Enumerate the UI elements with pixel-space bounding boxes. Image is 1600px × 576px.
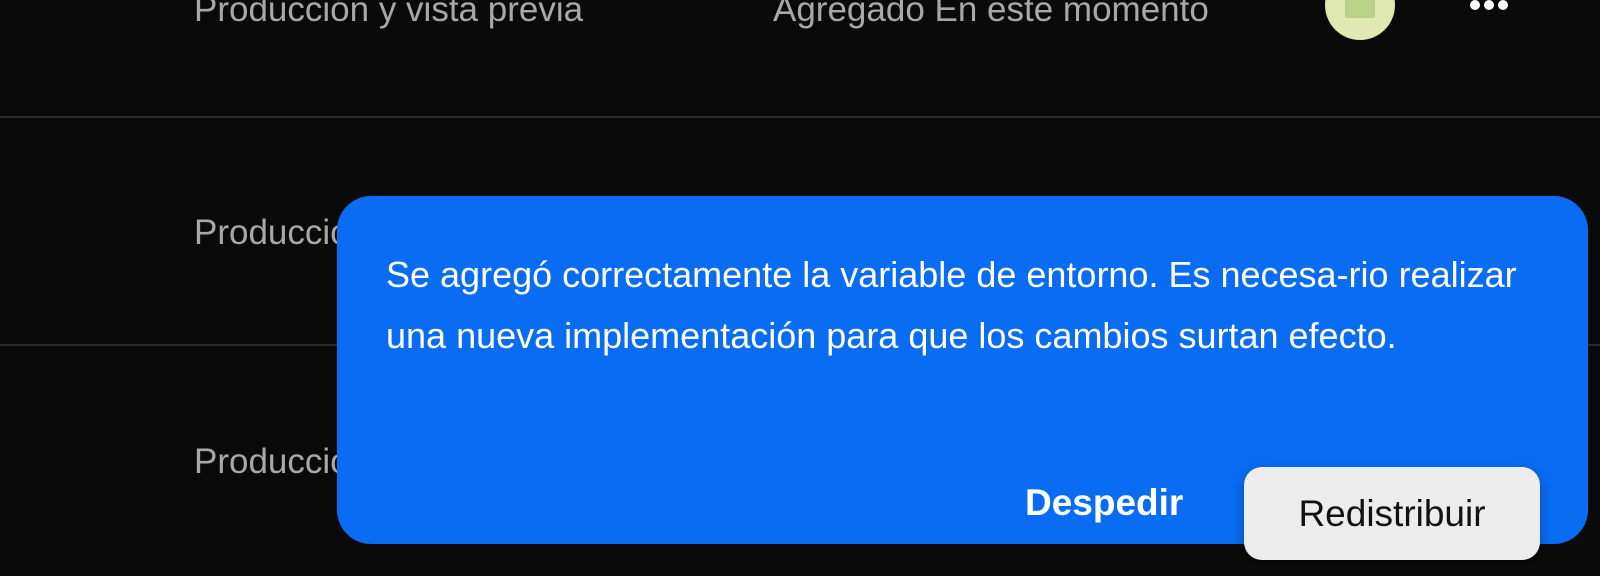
env-targets-label: Producción y vista previa <box>194 0 584 29</box>
env-variables-page: Producción y vista previa Agregado En es… <box>0 0 1600 576</box>
toast-message: Se agregó correctamente la variable de e… <box>386 254 1517 356</box>
env-variable-row: Producción y vista previa Agregado En es… <box>0 0 1600 118</box>
more-options-button[interactable] <box>1462 0 1516 20</box>
added-time-label: Agregado En este momento <box>773 0 1209 29</box>
dismiss-button[interactable]: Despedir <box>1025 484 1183 521</box>
more-horizontal-icon <box>1470 0 1480 10</box>
avatar-icon <box>1325 0 1395 40</box>
redeploy-button[interactable]: Redistribuir <box>1244 467 1540 560</box>
